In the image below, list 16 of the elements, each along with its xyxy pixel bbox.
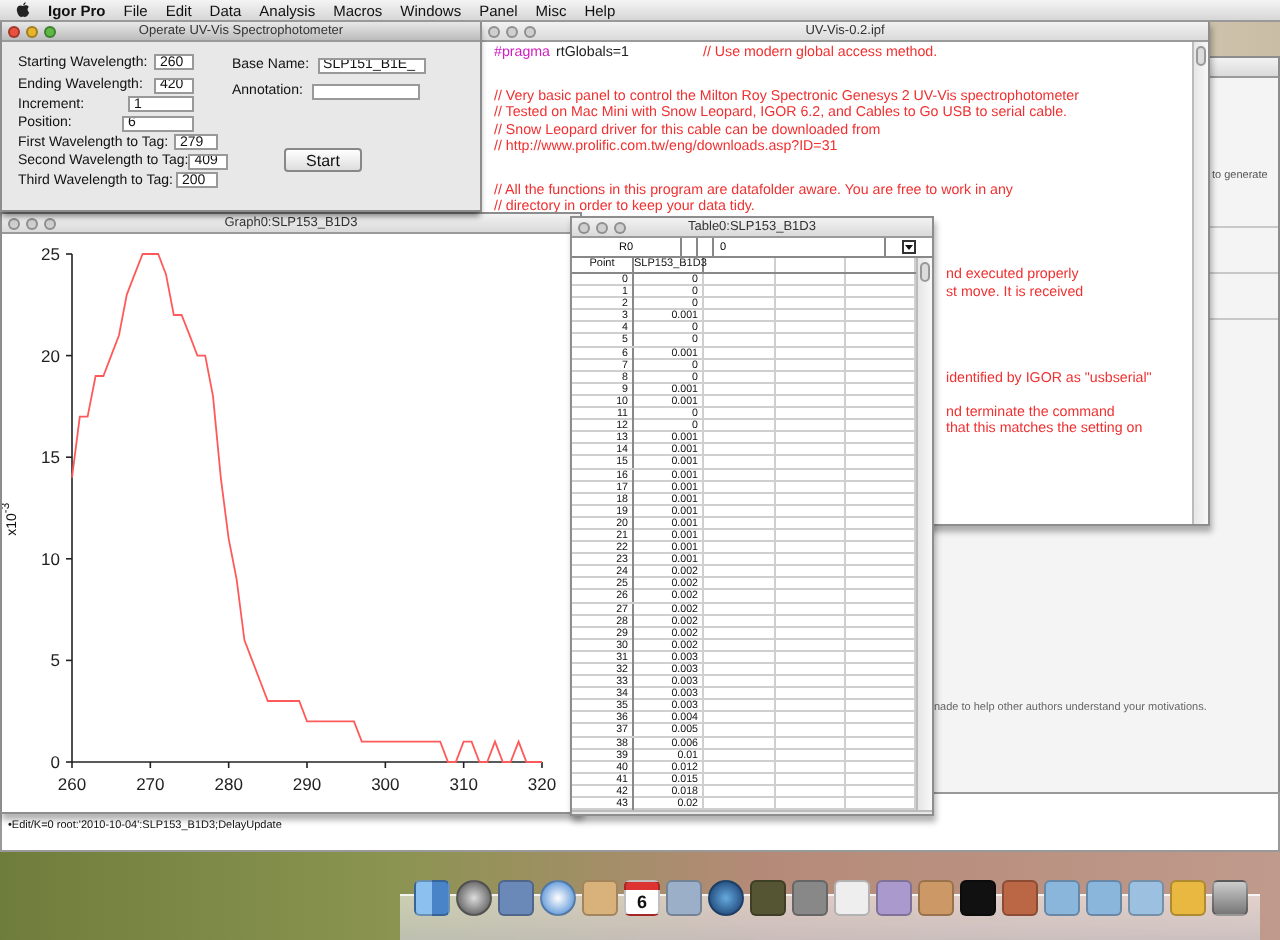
tick-label: 290 [292, 774, 322, 794]
tick-label: 20 [41, 345, 60, 366]
tick-label: 300 [371, 774, 400, 794]
calendar-icon[interactable]: 6 [624, 880, 660, 916]
tick-label: 320 [527, 774, 557, 794]
tick-label: 15 [41, 447, 60, 468]
tick-label: 25 [41, 244, 60, 264]
tick-label: 310 [449, 774, 478, 794]
start-button[interactable]: Start [284, 148, 362, 172]
tick-label: 0 [50, 752, 60, 772]
tick-label: 10 [41, 548, 60, 569]
tick-label: 270 [136, 774, 165, 794]
tick-label: 5 [50, 650, 60, 671]
tick-label: 280 [214, 774, 243, 794]
tick-label: 260 [57, 774, 87, 794]
calendar-day: 6 [636, 890, 647, 914]
